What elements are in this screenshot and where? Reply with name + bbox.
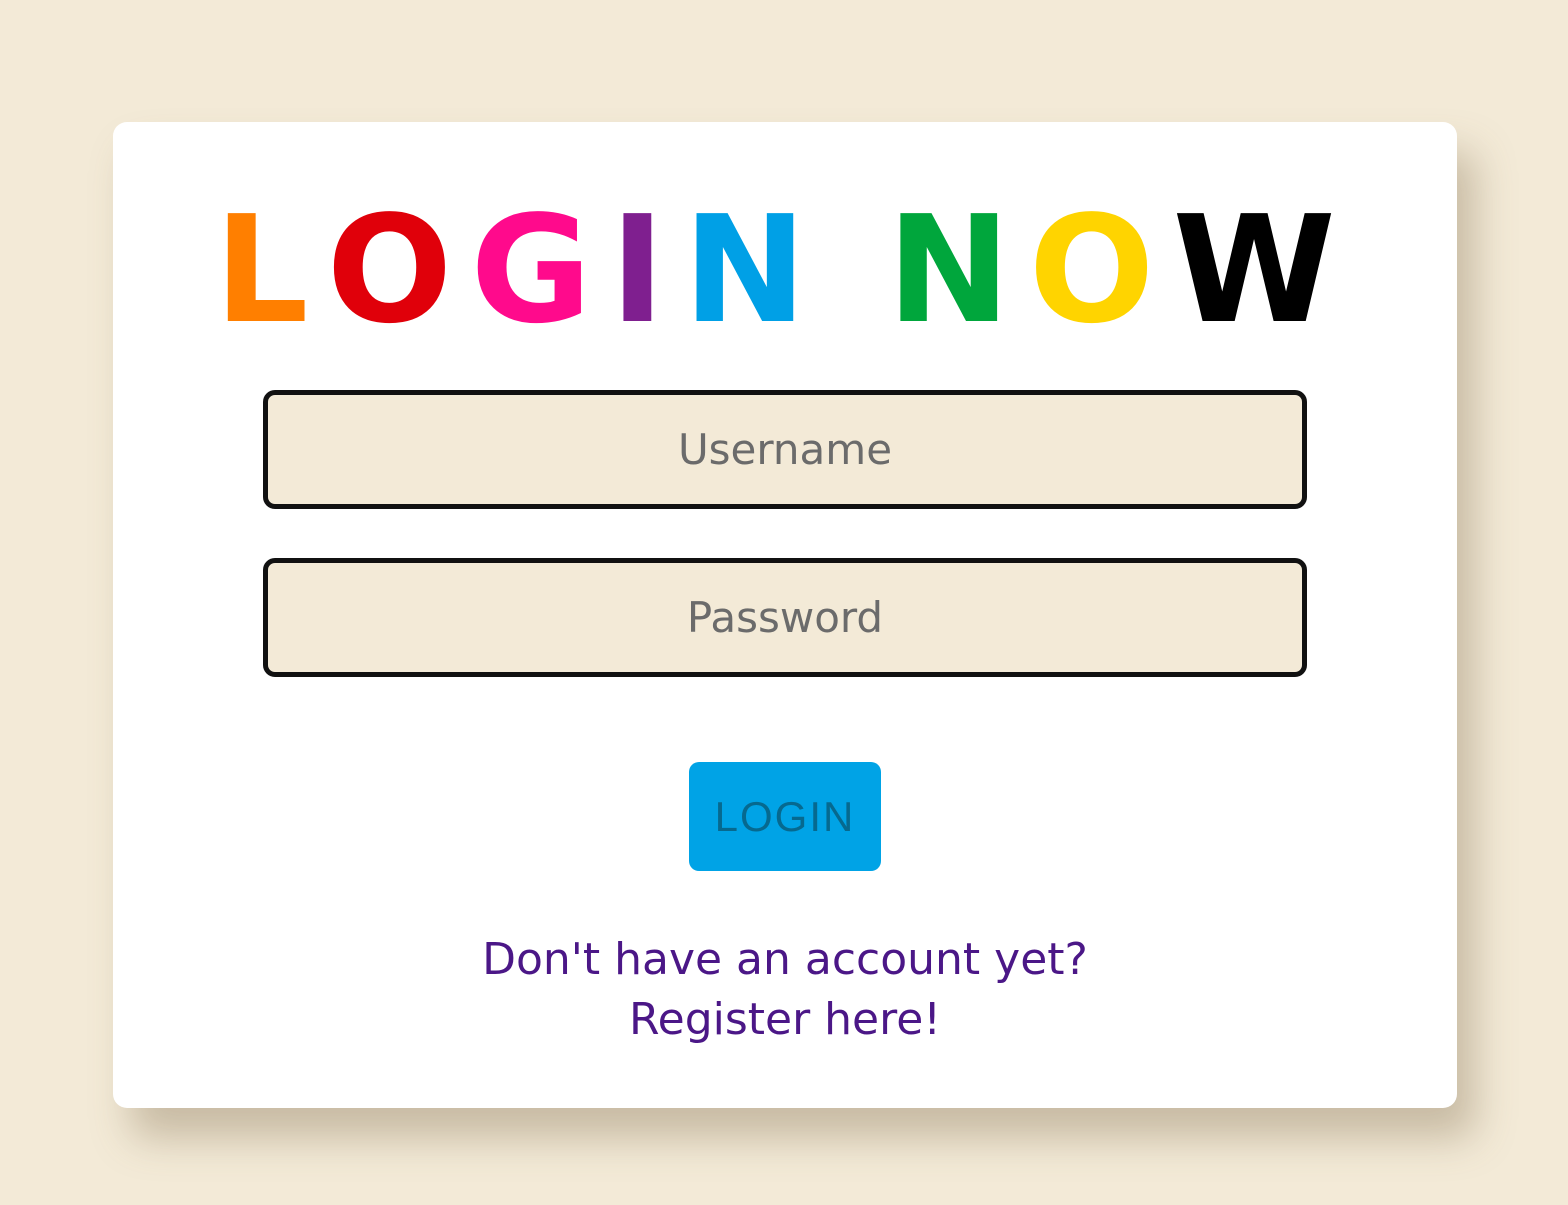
title-letter: O [326,184,471,356]
title-letter: W [1172,184,1354,356]
register-link[interactable]: Register here! [113,990,1457,1050]
title-letter: L [214,184,327,356]
register-prompt: Don't have an account yet? Register here… [113,930,1457,1050]
title-letter: N [682,184,825,356]
title-letter: O [1028,184,1173,356]
username-input[interactable] [263,390,1307,509]
login-title: LOGIN NOW [0,184,1568,356]
password-input[interactable] [263,558,1307,677]
login-button[interactable]: LOGIN [689,762,881,871]
register-question: Don't have an account yet? [482,934,1088,985]
title-letter: I [609,184,683,356]
title-letter: G [470,184,610,356]
title-letter: N [886,184,1029,356]
